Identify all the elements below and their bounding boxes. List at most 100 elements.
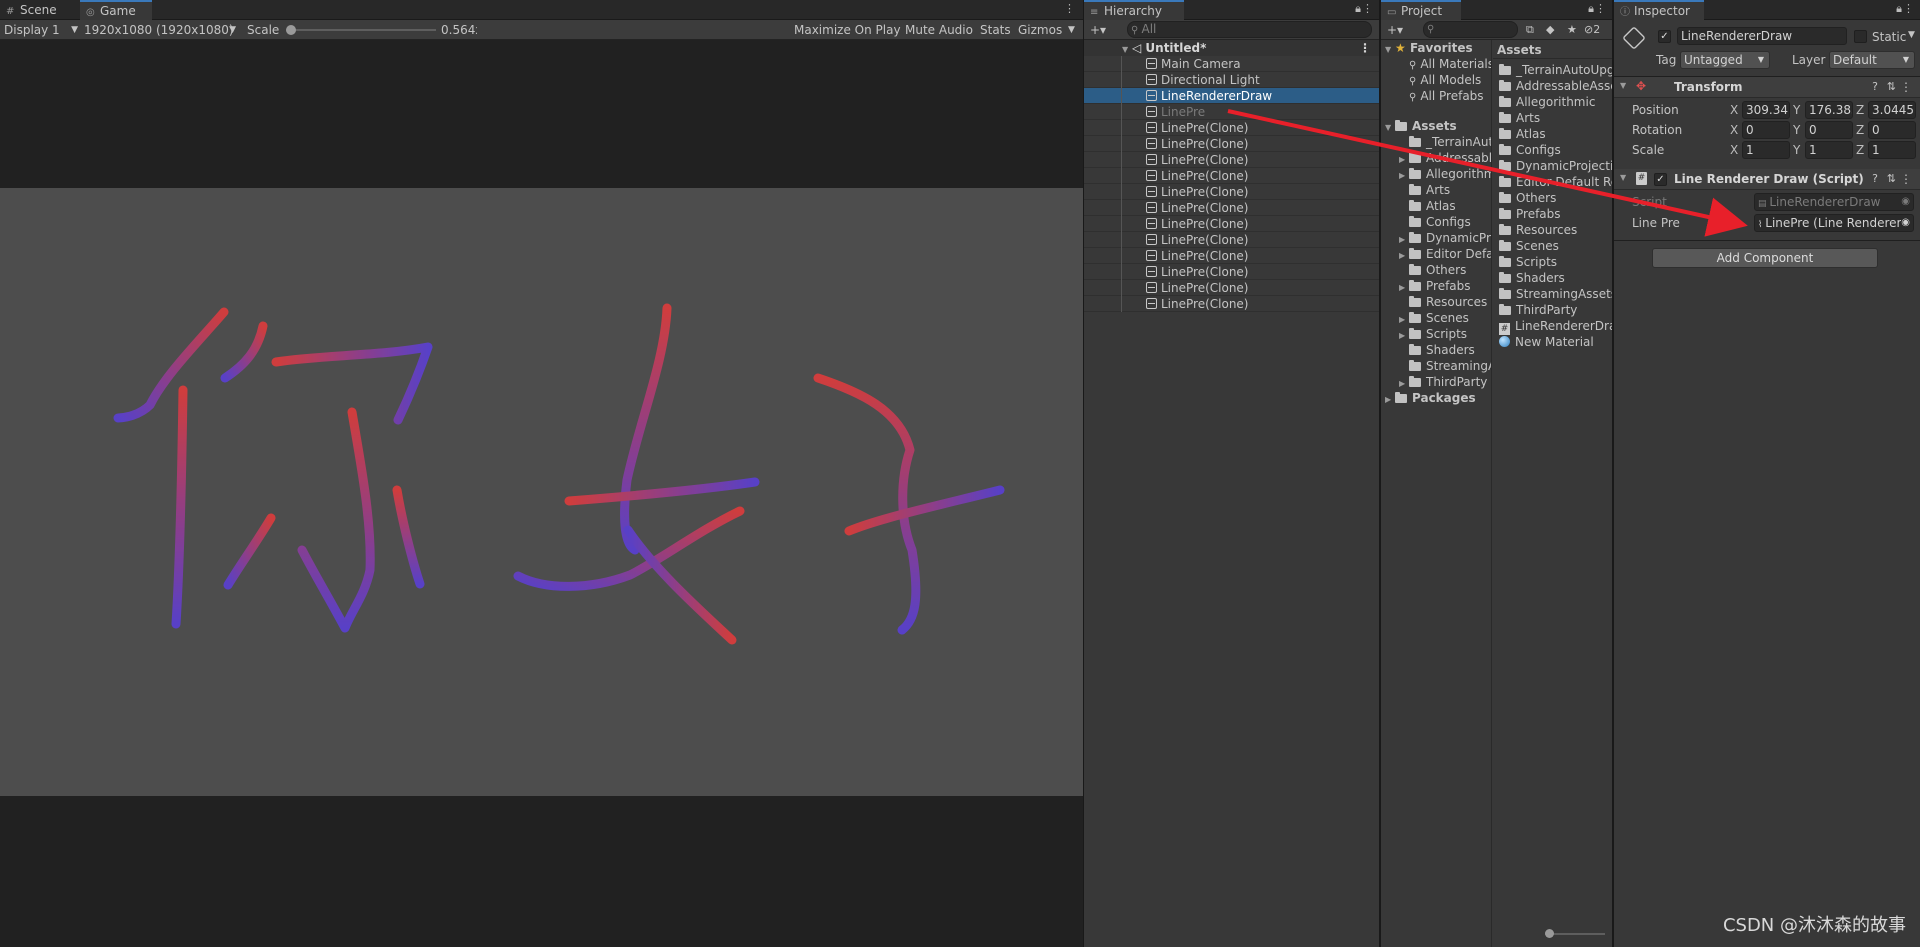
axis-label-y[interactable]: Y bbox=[1793, 143, 1800, 157]
component-enabled-checkbox[interactable]: ✓ bbox=[1654, 173, 1667, 186]
hierarchy-item[interactable]: LineRendererDraw bbox=[1084, 88, 1379, 104]
gizmos-button[interactable]: Gizmos bbox=[1018, 20, 1062, 40]
asset-item[interactable]: DynamicProjection bbox=[1493, 158, 1612, 174]
hierarchy-item[interactable]: LinePre(Clone) bbox=[1084, 216, 1379, 232]
transform-rotation-x-field[interactable]: 0 bbox=[1742, 121, 1790, 139]
asset-item[interactable]: New Material bbox=[1493, 334, 1612, 350]
game-canvas[interactable] bbox=[0, 188, 1083, 796]
hierarchy-item[interactable]: LinePre(Clone) bbox=[1084, 280, 1379, 296]
active-checkbox[interactable]: ✓ bbox=[1658, 30, 1671, 43]
chevron-down-icon[interactable]: ▼ bbox=[1068, 20, 1075, 40]
display-dropdown[interactable]: Display 1 ▼ bbox=[4, 20, 78, 40]
more-menu-icon[interactable]: ⋮ bbox=[1064, 2, 1075, 15]
filter-type-icon[interactable]: ⧉ bbox=[1526, 20, 1534, 40]
line-pre-field[interactable]: ⌇ LinePre (Line Renderer) ◉ bbox=[1754, 214, 1914, 232]
asset-item[interactable]: Configs bbox=[1493, 142, 1612, 158]
tab-inspector[interactable]: ⓘ Inspector bbox=[1614, 0, 1704, 20]
transform-position-y-field[interactable]: 176.383 bbox=[1805, 101, 1853, 119]
lock-icon[interactable]: 🔒︎ bbox=[1896, 2, 1902, 16]
asset-item[interactable]: Editor Default Resources bbox=[1493, 174, 1612, 190]
axis-label-x[interactable]: X bbox=[1730, 103, 1738, 117]
asset-item[interactable]: #LineRendererDraw bbox=[1493, 318, 1612, 335]
assets-tree-item[interactable]: ▶DynamicProjection bbox=[1381, 230, 1491, 246]
asset-item[interactable]: Arts bbox=[1493, 110, 1612, 126]
assets-tree-item[interactable]: ▶ ThirdParty bbox=[1381, 374, 1491, 390]
assets-tree-item[interactable]: ▶ Scenes bbox=[1381, 310, 1491, 326]
axis-label-z[interactable]: Z bbox=[1856, 103, 1864, 117]
assets-tree-item[interactable]: ▶ Scripts bbox=[1381, 326, 1491, 342]
scale-slider-handle[interactable] bbox=[286, 25, 296, 35]
packages-row[interactable]: ▶ Packages bbox=[1381, 390, 1491, 406]
help-icon[interactable]: ? bbox=[1872, 80, 1878, 93]
asset-item[interactable]: Others bbox=[1493, 190, 1612, 206]
breadcrumb[interactable]: Assets bbox=[1493, 42, 1612, 58]
transform-rotation-y-field[interactable]: 0 bbox=[1805, 121, 1853, 139]
axis-label-z[interactable]: Z bbox=[1856, 123, 1864, 137]
filter-label-icon[interactable]: ◆ bbox=[1546, 20, 1554, 40]
hierarchy-item[interactable]: LinePre bbox=[1084, 104, 1379, 120]
assets-tree-item[interactable]: ▶Editor Default Resources bbox=[1381, 246, 1491, 262]
hierarchy-item[interactable]: LinePre(Clone) bbox=[1084, 248, 1379, 264]
favorites-item[interactable]: ⚲ All Models bbox=[1381, 72, 1491, 88]
mute-audio-button[interactable]: Mute Audio bbox=[905, 20, 973, 40]
hierarchy-search-input[interactable]: ⚲ All bbox=[1127, 21, 1372, 38]
icon-size-slider[interactable] bbox=[1545, 929, 1605, 938]
axis-label-z[interactable]: Z bbox=[1856, 143, 1864, 157]
more-menu-icon[interactable]: ⋮ bbox=[1903, 2, 1914, 15]
preset-icon[interactable]: ⇅ bbox=[1887, 80, 1896, 93]
object-name-field[interactable]: LineRendererDraw bbox=[1677, 27, 1847, 45]
asset-item[interactable]: Shaders bbox=[1493, 270, 1612, 286]
asset-item[interactable]: Scenes bbox=[1493, 238, 1612, 254]
favorites-row[interactable]: ▼ ★ Favorites bbox=[1381, 40, 1491, 56]
assets-tree-item[interactable]: Atlas bbox=[1381, 198, 1491, 214]
hierarchy-item[interactable]: LinePre(Clone) bbox=[1084, 200, 1379, 216]
maximize-on-play-button[interactable]: Maximize On Play bbox=[794, 20, 901, 40]
more-menu-icon[interactable]: ⋮ bbox=[1595, 2, 1606, 15]
transform-position-x-field[interactable]: 309.34 bbox=[1742, 101, 1790, 119]
axis-label-x[interactable]: X bbox=[1730, 123, 1738, 137]
more-menu-icon[interactable]: ⋮ bbox=[1900, 172, 1912, 186]
tab-scene[interactable]: # Scene bbox=[0, 0, 63, 20]
transform-scale-z-field[interactable]: 1 bbox=[1868, 141, 1916, 159]
tab-hierarchy[interactable]: ≡ Hierarchy bbox=[1084, 0, 1184, 20]
add-component-button[interactable]: Add Component bbox=[1652, 248, 1878, 268]
favorites-item[interactable]: ⚲ All Prefabs bbox=[1381, 88, 1491, 104]
asset-item[interactable]: StreamingAssets bbox=[1493, 286, 1612, 302]
asset-item[interactable]: Scripts bbox=[1493, 254, 1612, 270]
axis-label-y[interactable]: Y bbox=[1793, 103, 1800, 117]
assets-tree-item[interactable]: ▶ Prefabs bbox=[1381, 278, 1491, 294]
hierarchy-item[interactable]: LinePre(Clone) bbox=[1084, 168, 1379, 184]
hierarchy-item[interactable]: LinePre(Clone) bbox=[1084, 152, 1379, 168]
stats-button[interactable]: Stats bbox=[980, 20, 1011, 40]
assets-tree-item[interactable]: Shaders bbox=[1381, 342, 1491, 358]
hierarchy-item[interactable]: LinePre(Clone) bbox=[1084, 120, 1379, 136]
hierarchy-item[interactable]: LinePre(Clone) bbox=[1084, 264, 1379, 280]
object-picker-icon[interactable]: ◉ bbox=[1901, 215, 1910, 231]
icon-size-slider-handle[interactable] bbox=[1545, 929, 1554, 938]
assets-tree-item[interactable]: ▶AddressableAssetsData bbox=[1381, 150, 1491, 166]
transform-rotation-z-field[interactable]: 0 bbox=[1868, 121, 1916, 139]
asset-item[interactable]: ThirdParty bbox=[1493, 302, 1612, 318]
asset-item[interactable]: Resources bbox=[1493, 222, 1612, 238]
hierarchy-item[interactable]: Directional Light bbox=[1084, 72, 1379, 88]
script-component-header[interactable]: ▼ # ✓ Line Renderer Draw (Script) ? ⇅ ⋮ bbox=[1614, 169, 1920, 190]
help-icon[interactable]: ? bbox=[1872, 172, 1878, 185]
assets-tree-item[interactable]: Resources bbox=[1381, 294, 1491, 310]
asset-item[interactable]: Allegorithmic bbox=[1493, 94, 1612, 110]
assets-tree-item[interactable]: Arts bbox=[1381, 182, 1491, 198]
scale-slider[interactable] bbox=[286, 25, 436, 35]
assets-tree-item[interactable]: _TerrainAutoUpgrade bbox=[1381, 134, 1491, 150]
hierarchy-item[interactable]: LinePre(Clone) bbox=[1084, 232, 1379, 248]
more-menu-icon[interactable]: ⋮ bbox=[1359, 40, 1371, 56]
lock-icon[interactable]: 🔒︎ bbox=[1355, 2, 1361, 16]
tag-dropdown[interactable]: Untagged ▼ bbox=[1680, 51, 1770, 69]
assets-tree-item[interactable]: Others bbox=[1381, 262, 1491, 278]
asset-item[interactable]: Prefabs bbox=[1493, 206, 1612, 222]
static-checkbox[interactable] bbox=[1854, 30, 1867, 43]
create-button[interactable]: +▾ bbox=[1090, 20, 1106, 40]
more-menu-icon[interactable]: ⋮ bbox=[1900, 80, 1912, 94]
project-search-input[interactable]: ⚲ bbox=[1423, 21, 1518, 38]
tab-project[interactable]: ▭ Project bbox=[1381, 0, 1461, 20]
resolution-dropdown[interactable]: 1920x1080 (1920x1080) ▼ bbox=[84, 20, 236, 40]
expand-arrow-icon[interactable]: ▶ bbox=[1385, 392, 1395, 408]
